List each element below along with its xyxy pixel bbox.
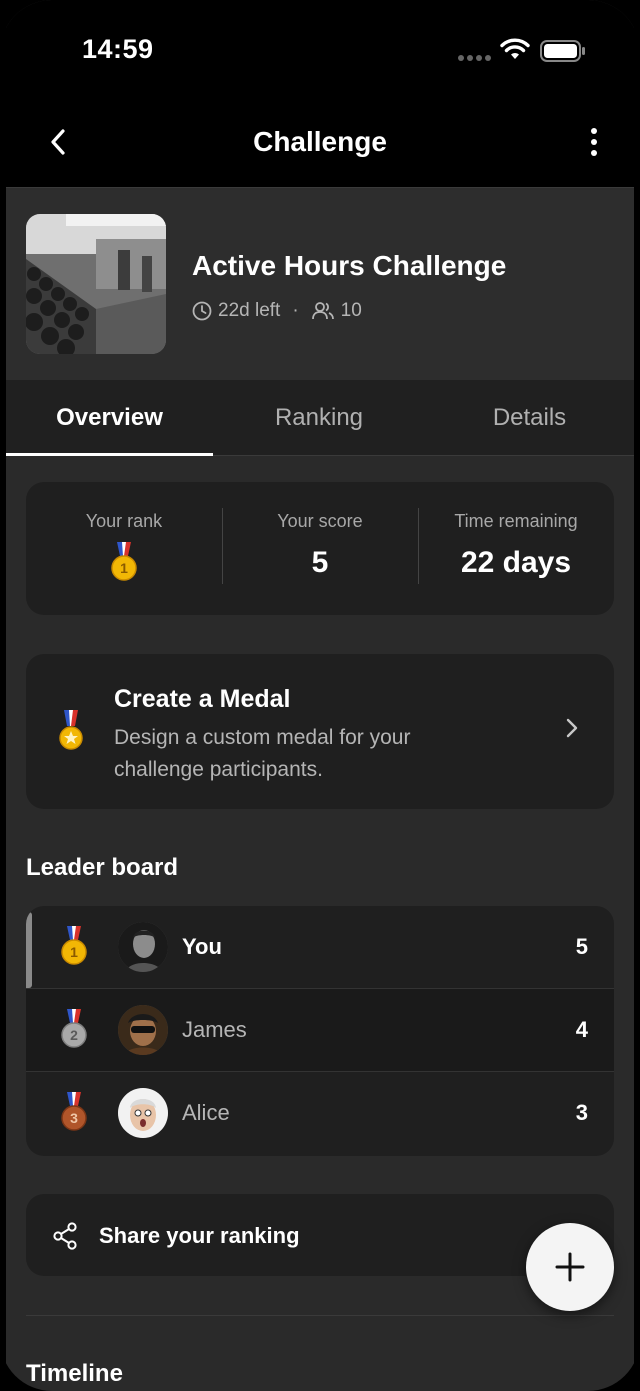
chevron-right-icon (566, 718, 578, 738)
app-screen: 14:59 Challenge Active Hours Challenge 2… (6, 0, 634, 1391)
share-icon (53, 1222, 77, 1250)
leaderboard-name: James (182, 1017, 247, 1042)
tab-ranking[interactable]: Ranking (213, 380, 425, 455)
silver-medal-icon: 2 (61, 1009, 87, 1048)
time-left-text: 22d left (218, 300, 281, 321)
leaderboard-row[interactable]: 1 You 5 (26, 906, 614, 989)
more-vertical-icon (591, 128, 597, 134)
avatar (118, 1088, 168, 1138)
stat-rank-label: Your rank (85, 511, 163, 531)
more-options-button[interactable] (582, 124, 606, 160)
medal-rank-number: 3 (70, 1110, 78, 1126)
stat-score-label: Your score (277, 511, 363, 531)
tab-bar: Overview Ranking Details (6, 380, 634, 456)
status-bar: 14:59 (6, 0, 634, 96)
stat-time-label: Time remaining (454, 511, 578, 531)
leaderboard-row[interactable]: 2 James 4 (26, 989, 614, 1072)
leaderboard-name: Alice (182, 1100, 230, 1125)
rank-medal-number: 1 (120, 560, 128, 576)
leaderboard-score: 3 (575, 1100, 588, 1125)
wifi-icon (500, 38, 530, 59)
avatar (118, 922, 168, 972)
stat-score: Your score 5 (222, 482, 418, 615)
leaderboard-score: 5 (575, 934, 588, 959)
phone-frame: 14:59 Challenge Active Hours Challenge 2… (0, 0, 640, 1391)
medal-rank-number: 1 (70, 944, 78, 960)
challenge-hero: Active Hours Challenge 22d left · 10 (6, 188, 634, 380)
medal-rank-number: 2 (70, 1027, 78, 1043)
stat-rank: Your rank 1 (26, 482, 222, 615)
create-medal-card[interactable]: Create a Medal Design a custom medal for… (26, 654, 614, 809)
leaderboard-list: 1 You 5 2 James 4 3 Alice 3 (26, 906, 614, 1156)
bronze-medal-icon: 3 (61, 1092, 87, 1131)
challenge-meta: 22d left · 10 (192, 300, 362, 322)
plus-icon (555, 1252, 585, 1282)
stats-card: Your rank 1 Your score 5 Time remaining … (26, 482, 614, 615)
section-divider (26, 1315, 614, 1316)
tab-details[interactable]: Details (425, 380, 634, 455)
users-icon (311, 302, 334, 320)
create-medal-description: Design a custom medal for your challenge… (114, 726, 411, 781)
leaderboard-title: Leader board (26, 854, 179, 881)
stat-time-remaining: Time remaining 22 days (418, 482, 614, 615)
nav-header: Challenge (6, 96, 634, 188)
add-button[interactable] (526, 1223, 614, 1311)
create-medal-title: Create a Medal (114, 685, 291, 713)
challenge-title: Active Hours Challenge (192, 250, 507, 281)
clock-icon (192, 301, 212, 321)
leaderboard-name: You (182, 934, 222, 959)
leaderboard-row[interactable]: 3 Alice 3 (26, 1072, 614, 1155)
participants-count: 10 (340, 300, 362, 321)
stat-score-value: 5 (311, 546, 329, 579)
tab-overview[interactable]: Overview (6, 380, 213, 456)
gold-medal-icon: 1 (61, 926, 87, 965)
stat-time-value: 22 days (460, 546, 572, 579)
cellular-signal-icon (458, 55, 491, 61)
battery-icon (540, 40, 585, 62)
meta-separator: · (292, 300, 299, 321)
leaderboard-score: 4 (575, 1017, 588, 1042)
gold-medal-icon: 1 (111, 542, 137, 581)
status-time: 14:59 (82, 34, 154, 64)
page-title: Challenge (253, 126, 387, 157)
timeline-title: Timeline (26, 1360, 123, 1387)
medal-star-icon (59, 710, 83, 750)
share-ranking-label: Share your ranking (99, 1223, 300, 1248)
avatar (118, 1005, 168, 1055)
challenge-image (26, 214, 166, 354)
